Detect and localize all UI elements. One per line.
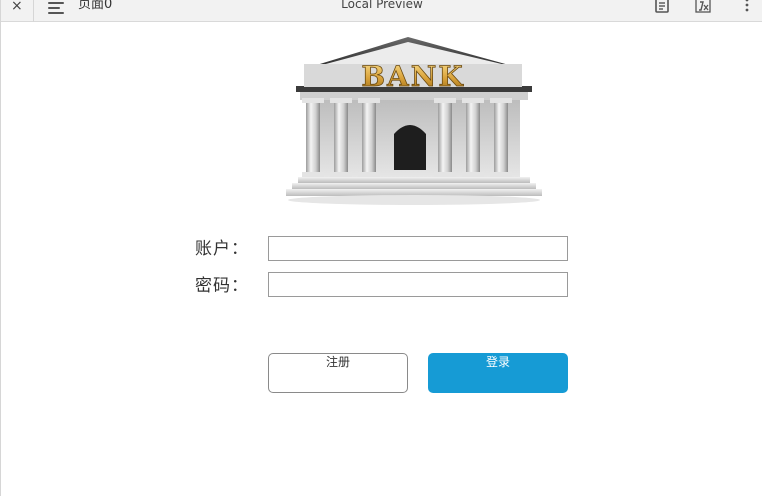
bank-logo: BANK — [286, 37, 542, 205]
password-input[interactable] — [268, 272, 568, 297]
account-label: 账户： — [195, 239, 249, 259]
more-options-icon[interactable] — [739, 0, 755, 14]
variables-icon[interactable] — [695, 0, 711, 14]
window-title: Local Preview — [341, 0, 423, 11]
top-toolbar: × 页面0 Local Preview — [1, 0, 762, 22]
preview-window: × 页面0 Local Preview BANK 账户： 密码： 注册 登录 — [0, 0, 762, 496]
password-label: 密码： — [195, 276, 249, 296]
notes-icon[interactable] — [654, 0, 670, 14]
account-input[interactable] — [268, 236, 568, 261]
register-button[interactable]: 注册 — [268, 353, 408, 393]
login-button[interactable]: 登录 — [428, 353, 568, 393]
bank-logo-text: BANK — [361, 60, 464, 93]
